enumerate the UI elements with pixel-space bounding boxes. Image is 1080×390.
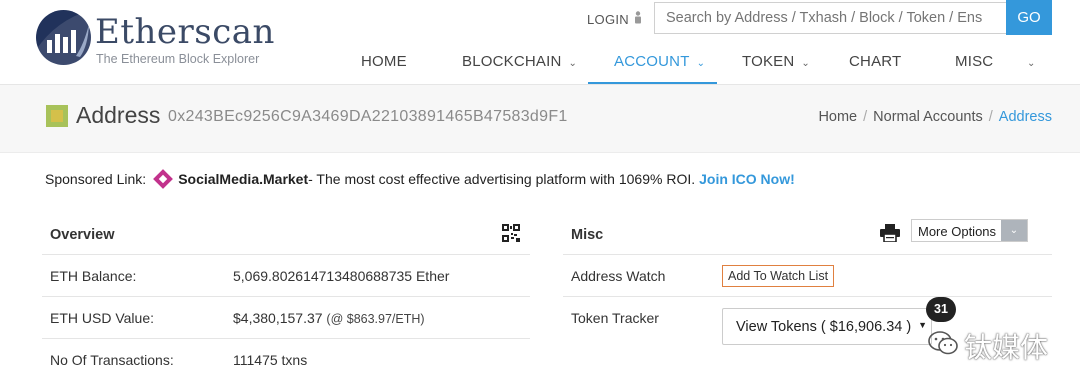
chevron-down-icon: ⌄	[1001, 220, 1027, 241]
nav-item-account[interactable]: ACCOUNT ⌄	[588, 48, 717, 84]
nav-item-home[interactable]: HOME	[361, 48, 407, 84]
eth-balance-value: 5,069.802614713480688735 Ether	[233, 268, 450, 284]
eth-price-note: (@ $863.97/ETH)	[326, 312, 425, 326]
nav-item-chart[interactable]: CHART	[849, 48, 901, 84]
address-hash: 0x243BEc9256C9A3469DA22103891465B47583d9…	[168, 108, 568, 125]
overview-header: Overview	[42, 212, 530, 255]
chevron-down-icon: ⌄	[696, 58, 706, 69]
logo-wordmark: Etherscan	[95, 12, 275, 52]
main-nav: HOME BLOCKCHAIN ⌄ ACCOUNT ⌄ TOKEN ⌄ CHART M…	[0, 48, 1080, 84]
nav-item-label: CHART	[849, 53, 902, 70]
chevron-down-icon: ⌄	[801, 58, 810, 69]
breadcrumb-address: Address	[998, 109, 1052, 125]
printer-icon[interactable]	[880, 224, 900, 243]
chevron-down-icon: ⌄	[568, 58, 578, 69]
more-options-dropdown[interactable]: More Options ⌄	[911, 219, 1028, 242]
nav-item-label: MISC	[955, 53, 994, 70]
token-tracker-label: Token Tracker	[571, 310, 659, 326]
nav-item-label: HOME	[361, 53, 407, 70]
nav-item-token[interactable]: TOKEN ⌄	[742, 48, 810, 84]
chevron-down-icon: ⌄	[1027, 58, 1036, 69]
login-link[interactable]: LOGIN	[587, 11, 643, 27]
watermark: 钛媒体	[928, 326, 1048, 366]
more-options-label: More Options	[918, 224, 997, 239]
sponsor-prefix: Sponsored Link:	[45, 171, 147, 187]
watermark-text: 钛媒体	[964, 331, 1049, 364]
page-title-band: Address 0x243BEc9256C9A3469DA22103891465…	[0, 85, 1080, 153]
view-tokens-dropdown[interactable]: View Tokens ( $16,906.34 ) ▼	[722, 308, 932, 345]
nav-item-label: ACCOUNT	[614, 53, 690, 70]
eth-usd-amount: $4,380,157.37	[233, 310, 323, 326]
sponsor-text: - The most cost effective advertising pl…	[308, 171, 696, 187]
overview-row-eth-balance: ETH Balance: 5,069.802614713480688735 Et…	[42, 255, 530, 297]
breadcrumb-separator: /	[988, 109, 993, 125]
eth-usd-label: ETH USD Value:	[50, 310, 154, 326]
join-ico-link[interactable]: Join ICO Now!	[699, 171, 795, 187]
nav-item-blockchain[interactable]: BLOCKCHAIN ⌄	[462, 48, 577, 84]
breadcrumb-normal-accounts[interactable]: Normal Accounts	[873, 109, 983, 125]
overview-row-usd-value: ETH USD Value: $4,380,157.37 (@ $863.97/…	[42, 297, 530, 339]
nav-item-misc[interactable]: MISC	[955, 48, 993, 84]
user-icon	[633, 11, 643, 27]
transactions-value: 111475 txns	[233, 352, 308, 368]
nav-item-label: TOKEN	[742, 53, 795, 70]
go-button[interactable]: GO	[1006, 0, 1052, 35]
breadcrumb-separator: /	[863, 109, 868, 125]
wechat-icon	[928, 330, 958, 363]
address-watch-label: Address Watch	[571, 268, 666, 284]
login-label: LOGIN	[587, 11, 629, 27]
nav-item-label: BLOCKCHAIN	[462, 53, 562, 70]
sponsor-brand[interactable]: SocialMedia.Market	[178, 171, 308, 187]
add-to-watch-list-button[interactable]: Add To Watch List	[722, 265, 835, 287]
sponsored-link: Sponsored Link: SocialMedia.Market - The…	[45, 169, 795, 189]
overview-row-transactions: No Of Transactions: 111475 txns	[42, 339, 530, 380]
breadcrumb: Home / Normal Accounts / Address	[818, 109, 1052, 125]
qr-code-icon[interactable]	[502, 224, 520, 242]
address-identicon	[46, 105, 68, 127]
breadcrumb-home[interactable]: Home	[818, 109, 857, 125]
token-count-badge: 31	[926, 297, 956, 322]
site-header: Etherscan The Ethereum Block Explorer LO…	[0, 0, 1080, 85]
nav-more-chevron[interactable]: ⌄	[1027, 48, 1036, 84]
eth-balance-label: ETH Balance:	[50, 268, 137, 284]
caret-down-icon: ▼	[918, 320, 927, 330]
search-input[interactable]	[654, 2, 1006, 34]
page-title: Address	[76, 102, 161, 128]
transactions-label: No Of Transactions:	[50, 352, 174, 368]
socialmedia-market-icon	[153, 169, 174, 189]
misc-title: Misc	[571, 227, 604, 243]
view-tokens-label: View Tokens ( $16,906.34 )	[736, 319, 912, 335]
overview-title: Overview	[50, 227, 115, 243]
eth-usd-value: $4,380,157.37 (@ $863.97/ETH)	[233, 310, 425, 326]
